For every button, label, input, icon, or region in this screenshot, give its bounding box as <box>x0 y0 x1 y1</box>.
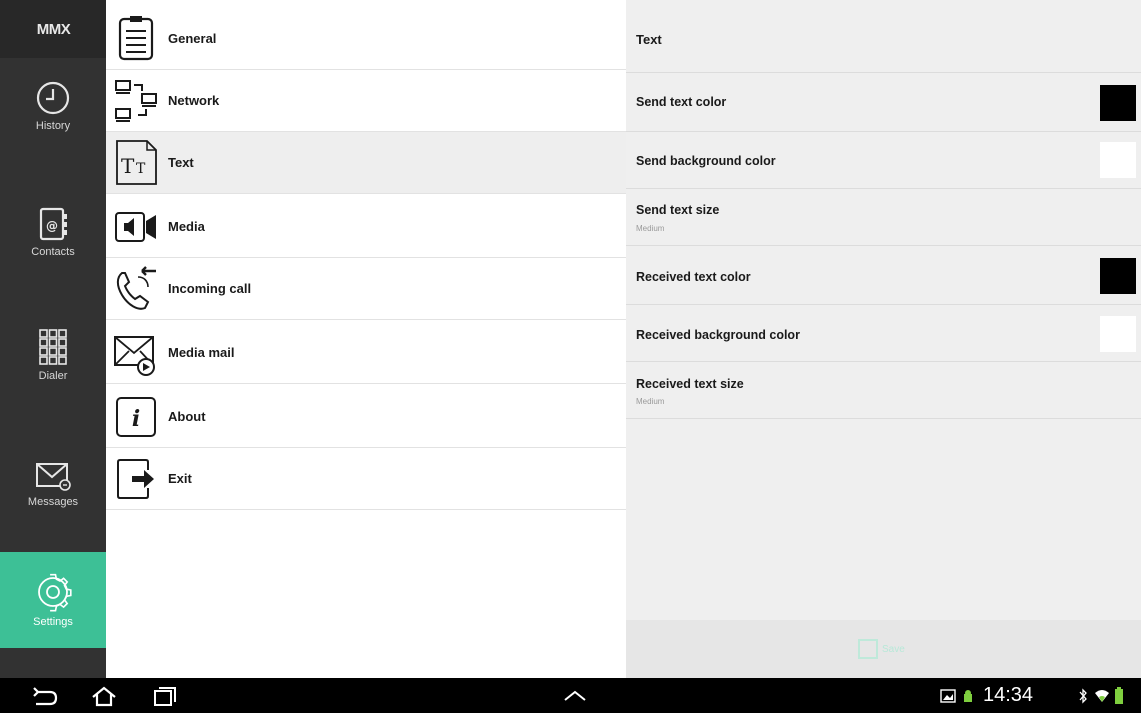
rail-item-messages[interactable]: Messages <box>0 448 106 538</box>
rail-item-label: Messages <box>27 496 79 508</box>
app-window: MMX History @ Contacts Dialer Messages S… <box>0 0 1141 678</box>
menu-item-label: Network <box>168 93 220 108</box>
back-icon[interactable] <box>30 678 60 713</box>
menu-item-label: About <box>168 409 206 424</box>
menu-item-incoming-call[interactable]: Incoming call <box>106 258 626 320</box>
setting-label: Send background color <box>636 154 776 168</box>
setting-label: Send text size <box>636 203 720 217</box>
rail-item-label: Contacts <box>31 246 75 258</box>
bluetooth-icon <box>1078 678 1088 713</box>
media-camera-icon <box>108 199 164 255</box>
nav-rail: MMX History @ Contacts Dialer Messages S… <box>0 0 106 678</box>
text-size-icon: TT <box>108 135 164 191</box>
setting-label: Received text color <box>636 270 751 284</box>
setting-send-text-size[interactable]: Send text size Medium <box>626 189 1141 245</box>
android-notification-icon <box>962 678 974 713</box>
rail-item-settings[interactable]: Settings <box>0 552 106 648</box>
svg-text:T: T <box>121 154 135 178</box>
save-label: Save <box>882 643 905 655</box>
gallery-notification-icon <box>940 678 956 713</box>
save-button[interactable]: Save <box>858 639 905 659</box>
chevron-up-icon[interactable] <box>562 678 588 713</box>
setting-label: Received text size <box>636 377 744 391</box>
panel-title: Text <box>636 32 662 47</box>
exit-icon <box>108 451 164 507</box>
settings-menu: General Network TT Text Media Incoming c… <box>106 0 626 678</box>
info-icon: i <box>108 389 164 445</box>
envelope-icon <box>34 448 72 492</box>
incoming-call-icon <box>108 261 164 317</box>
gear-icon <box>33 552 73 612</box>
battery-icon <box>1114 678 1124 713</box>
status-clock: 14:34 <box>983 684 1034 706</box>
text-settings-panel: Text Send text color Send background col… <box>626 0 1141 678</box>
recent-apps-icon[interactable] <box>152 678 178 713</box>
home-icon[interactable] <box>90 678 118 713</box>
setting-label: Send text color <box>636 95 727 109</box>
menu-item-media[interactable]: Media <box>106 196 626 258</box>
document-lines-icon <box>108 11 164 67</box>
wifi-icon <box>1094 678 1110 713</box>
setting-received-background-color[interactable]: Received background color <box>626 305 1141 361</box>
rail-item-contacts[interactable]: @ Contacts <box>0 198 106 288</box>
setting-received-text-size[interactable]: Received text size Medium <box>626 362 1141 418</box>
svg-text:i: i <box>132 406 140 432</box>
setting-received-text-color[interactable]: Received text color <box>626 246 1141 304</box>
network-icon <box>108 73 164 129</box>
logo-text: MMX <box>36 20 71 38</box>
menu-item-label: Exit <box>168 471 192 486</box>
rail-item-dialer[interactable]: Dialer <box>0 322 106 412</box>
menu-item-label: Media mail <box>168 345 235 360</box>
rail-item-label: Settings <box>33 616 73 628</box>
setting-value: Medium <box>636 224 665 233</box>
menu-item-network[interactable]: Network <box>106 70 626 132</box>
setting-send-background-color[interactable]: Send background color <box>626 132 1141 188</box>
menu-item-about[interactable]: i About <box>106 386 626 448</box>
rail-item-history[interactable]: History <box>0 72 106 162</box>
menu-item-label: Text <box>168 155 194 170</box>
menu-item-label: Media <box>168 219 205 234</box>
save-icon <box>858 639 878 659</box>
color-swatch[interactable] <box>1100 85 1136 121</box>
svg-text:@: @ <box>46 219 58 233</box>
menu-item-general[interactable]: General <box>106 8 626 70</box>
rail-item-label: Dialer <box>38 370 68 382</box>
setting-label: Received background color <box>636 328 800 342</box>
contact-book-icon: @ <box>36 198 70 242</box>
menu-item-label: General <box>168 31 217 46</box>
system-nav-bar: 14:34 <box>0 678 1141 713</box>
color-swatch[interactable] <box>1100 258 1136 294</box>
setting-value: Medium <box>636 397 665 406</box>
dialpad-icon <box>38 322 68 366</box>
menu-item-media-mail[interactable]: Media mail <box>106 322 626 384</box>
svg-text:T: T <box>136 161 146 177</box>
color-swatch[interactable] <box>1100 316 1136 352</box>
clock-icon <box>35 72 71 116</box>
rail-item-label: History <box>35 120 71 132</box>
app-logo: MMX <box>0 0 106 58</box>
color-swatch[interactable] <box>1100 142 1136 178</box>
menu-item-text[interactable]: TT Text <box>106 132 626 194</box>
media-mail-icon <box>108 325 164 381</box>
menu-item-exit[interactable]: Exit <box>106 448 626 510</box>
menu-item-label: Incoming call <box>168 281 252 296</box>
divider <box>626 418 1141 419</box>
save-bar: Save <box>626 620 1141 678</box>
setting-send-text-color[interactable]: Send text color <box>626 73 1141 131</box>
